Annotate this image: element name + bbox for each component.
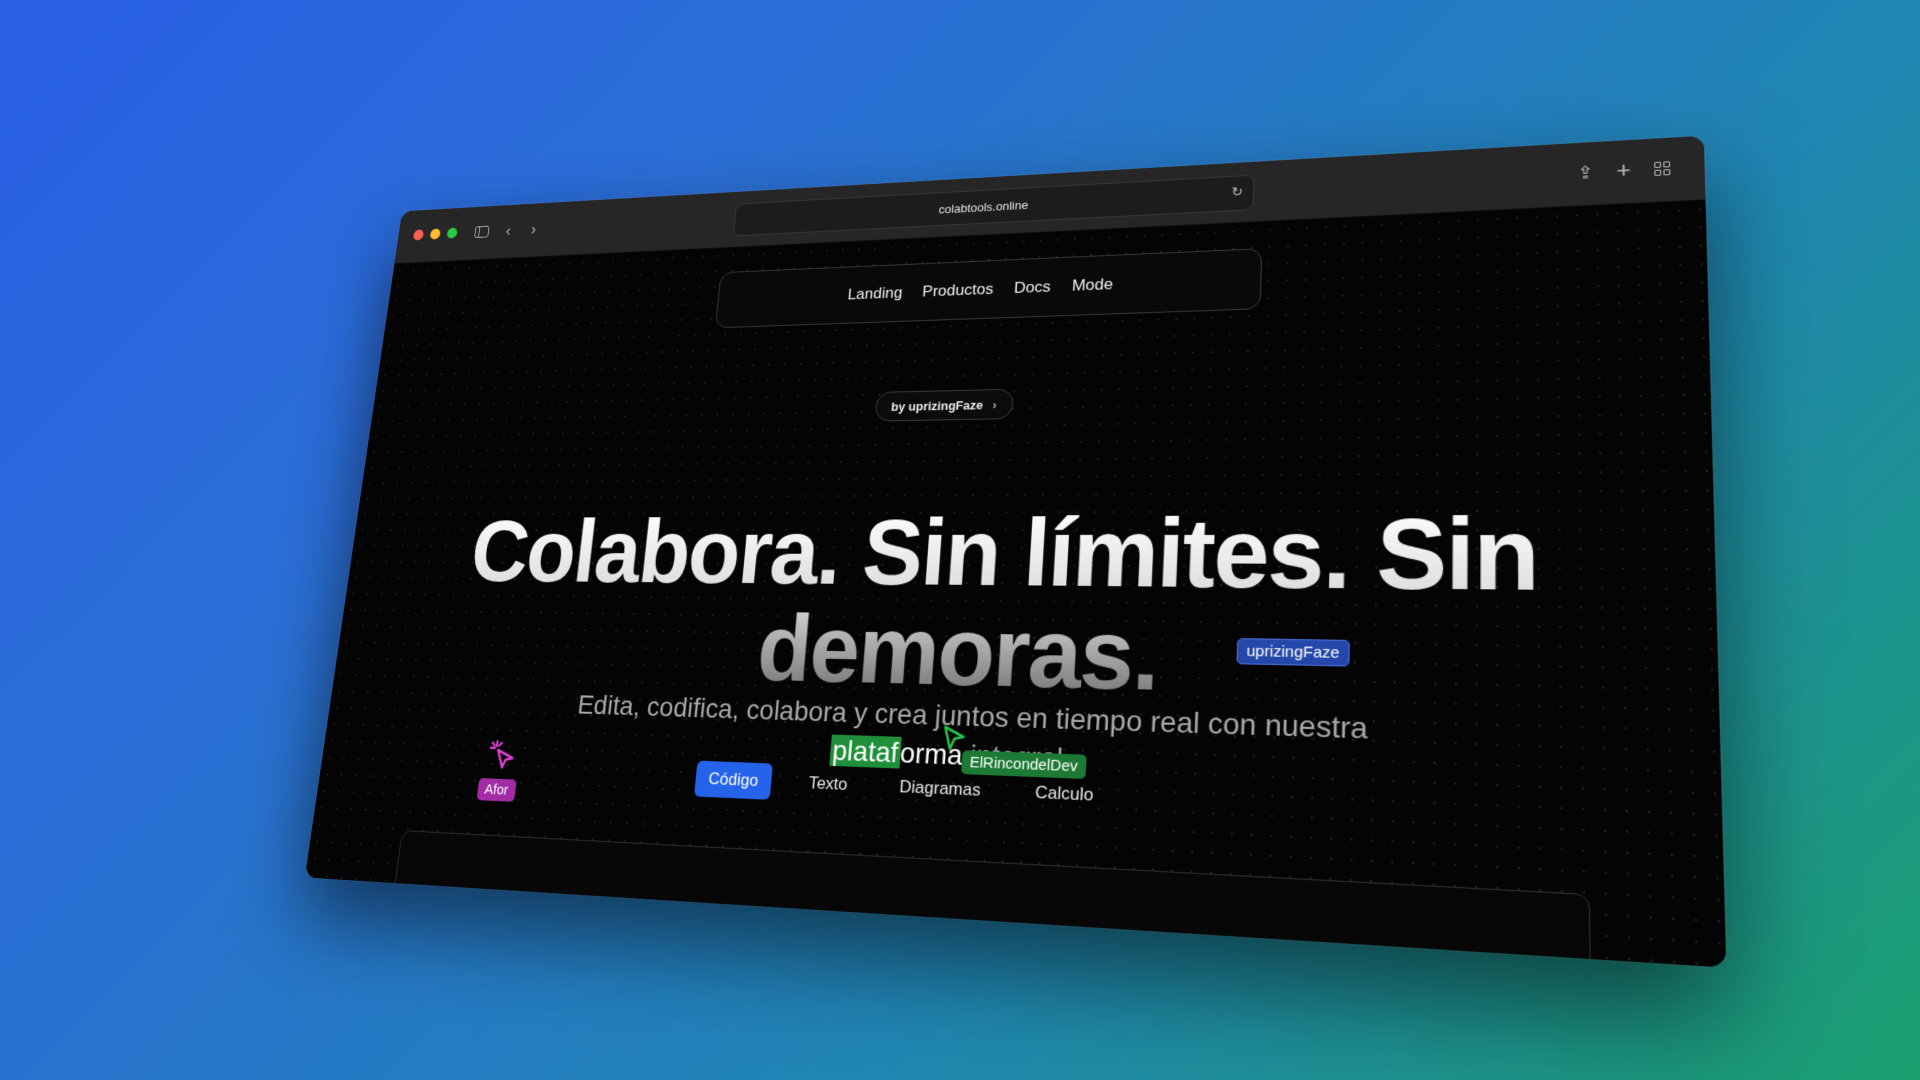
tab-calculo[interactable]: Calculo <box>1020 773 1109 815</box>
nav-item-landing[interactable]: Landing <box>847 284 903 304</box>
tab-texto[interactable]: Texto <box>794 765 862 804</box>
nav-item-productos[interactable]: Productos <box>922 280 994 301</box>
collaborator-tag-uprizingfaze: uprizingFaze <box>1236 638 1350 667</box>
tab-overview-icon[interactable] <box>1647 155 1677 182</box>
back-icon[interactable]: ‹ <box>497 219 520 242</box>
nav-item-mode[interactable]: Mode <box>1071 275 1113 295</box>
url-text: colabtools.online <box>938 197 1029 216</box>
tab-diagramas[interactable]: Diagramas <box>884 768 995 810</box>
editor-preview-panel <box>385 830 1592 968</box>
text-selection: plataf <box>829 734 902 769</box>
page-viewport: Landing Productos Docs Mode by uprizingF… <box>304 200 1727 968</box>
chevron-right-icon: › <box>992 397 998 412</box>
browser-window: ‹ › colabtools.online ↻ ⇪ + Landing Prod… <box>304 135 1727 968</box>
tab-codigo[interactable]: Código <box>693 760 773 800</box>
reload-icon[interactable]: ↻ <box>1231 184 1243 200</box>
minimize-window-button[interactable] <box>429 228 441 240</box>
sidebar-icon[interactable] <box>470 221 493 243</box>
share-icon[interactable]: ⇪ <box>1571 159 1600 186</box>
window-controls <box>412 227 458 241</box>
collaborator-tag-afor: Afor <box>476 777 517 802</box>
author-badge[interactable]: by uprizingFaze › <box>874 388 1014 422</box>
top-nav: Landing Productos Docs Mode <box>714 248 1263 329</box>
stage: ‹ › colabtools.online ↻ ⇪ + Landing Prod… <box>0 0 1920 1080</box>
cursor-arrow-icon <box>941 724 969 754</box>
click-cursor-icon <box>485 738 518 772</box>
close-window-button[interactable] <box>412 229 425 241</box>
zoom-window-button[interactable] <box>446 227 458 239</box>
forward-icon[interactable]: › <box>522 218 545 241</box>
author-badge-label: by uprizingFaze <box>890 397 984 414</box>
nav-item-docs[interactable]: Docs <box>1013 278 1051 298</box>
new-tab-icon[interactable]: + <box>1609 157 1639 184</box>
